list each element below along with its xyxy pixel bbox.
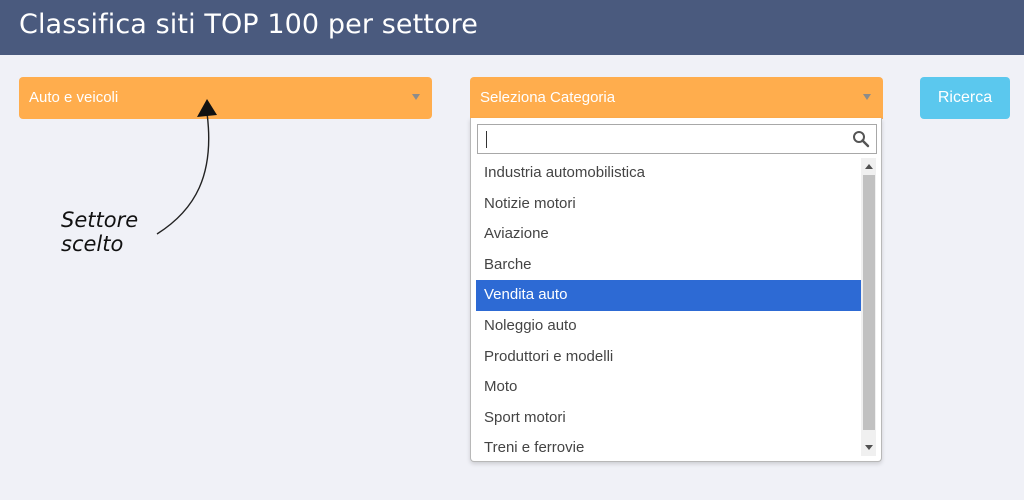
dropdown-option[interactable]: Moto [476, 372, 861, 403]
dropdown-option[interactable]: Industria automobilistica [476, 158, 861, 189]
dropdown-option[interactable]: Vendita auto [476, 280, 861, 311]
annotation-line-1: Settore [61, 208, 139, 232]
page-title: Classifica siti TOP 100 per settore [19, 9, 478, 40]
category-search-input[interactable] [482, 128, 846, 152]
scrollbar-thumb[interactable] [863, 175, 875, 430]
category-select[interactable]: Seleziona Categoria [470, 77, 883, 119]
scroll-up-icon[interactable] [865, 164, 873, 169]
chevron-down-icon [412, 94, 420, 100]
category-dropdown: Industria automobilistica Notizie motori A… [470, 118, 882, 462]
dropdown-option[interactable]: Sport motori [476, 403, 861, 434]
dropdown-option[interactable]: Aviazione [476, 219, 861, 250]
category-select-placeholder: Seleziona Categoria [480, 89, 616, 106]
search-icon [853, 131, 870, 148]
annotation-arrow [156, 99, 217, 235]
dropdown-option[interactable]: Notizie motori [476, 189, 861, 220]
dropdown-option[interactable]: Produttori e modelli [476, 342, 861, 373]
category-search-box [477, 124, 877, 154]
chevron-down-icon [863, 94, 871, 100]
scroll-down-icon[interactable] [865, 445, 873, 450]
text-cursor [486, 131, 487, 148]
dropdown-option[interactable]: Noleggio auto [476, 311, 861, 342]
dropdown-option[interactable]: Barche [476, 250, 861, 281]
dropdown-scrollbar[interactable] [861, 158, 876, 456]
dropdown-option[interactable]: Treni e ferrovie [476, 433, 861, 460]
search-button[interactable]: Ricerca [920, 77, 1010, 119]
page-header: Classifica siti TOP 100 per settore [0, 0, 1024, 55]
sector-select-value: Auto e veicoli [29, 89, 119, 106]
category-options-list: Industria automobilistica Notizie motori A… [476, 158, 861, 460]
annotation-line-2: scelto [61, 232, 124, 256]
annotation-text: Settore scelto [61, 208, 138, 256]
